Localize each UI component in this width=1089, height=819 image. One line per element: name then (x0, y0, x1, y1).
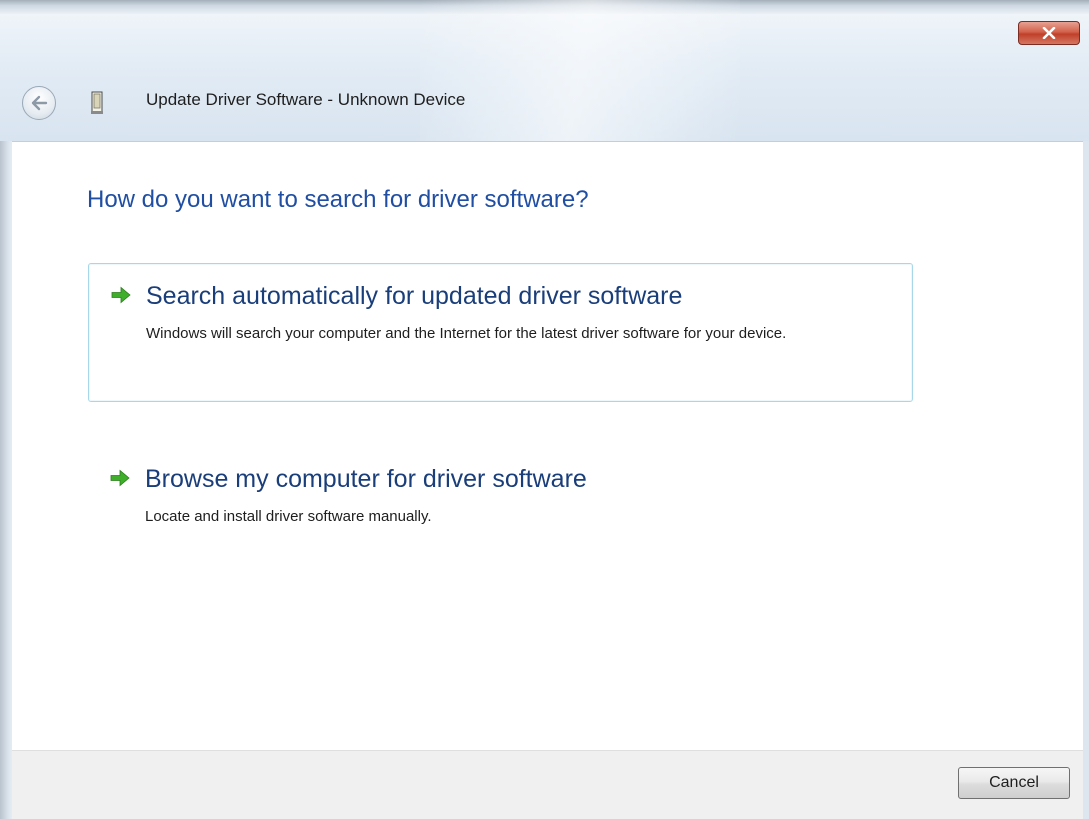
green-arrow-icon (110, 469, 130, 487)
cancel-button[interactable]: Cancel (958, 767, 1070, 799)
window-frame-left (0, 141, 12, 819)
page-heading: How do you want to search for driver sof… (87, 186, 589, 213)
dialog-content: How do you want to search for driver sof… (12, 141, 1083, 751)
back-arrow-icon (31, 95, 48, 111)
update-driver-dialog: Update Driver Software - Unknown Device … (0, 0, 1089, 819)
close-icon (1042, 27, 1056, 39)
back-button[interactable] (22, 86, 56, 120)
option-description: Windows will search your computer and th… (146, 325, 787, 342)
option-search-automatically[interactable]: Search automatically for updated driver … (88, 263, 913, 402)
option-browse-computer[interactable]: Browse my computer for driver software L… (88, 447, 913, 547)
green-arrow-icon (111, 286, 131, 304)
title-bar (0, 0, 1089, 141)
window-title: Update Driver Software - Unknown Device (146, 90, 466, 109)
dialog-footer: Cancel (12, 750, 1083, 819)
window-frame-right (1083, 141, 1089, 819)
option-title: Browse my computer for driver software (145, 465, 587, 493)
device-icon (91, 91, 103, 114)
option-title: Search automatically for updated driver … (146, 282, 683, 310)
close-button[interactable] (1018, 21, 1080, 45)
option-description: Locate and install driver software manua… (145, 508, 432, 525)
